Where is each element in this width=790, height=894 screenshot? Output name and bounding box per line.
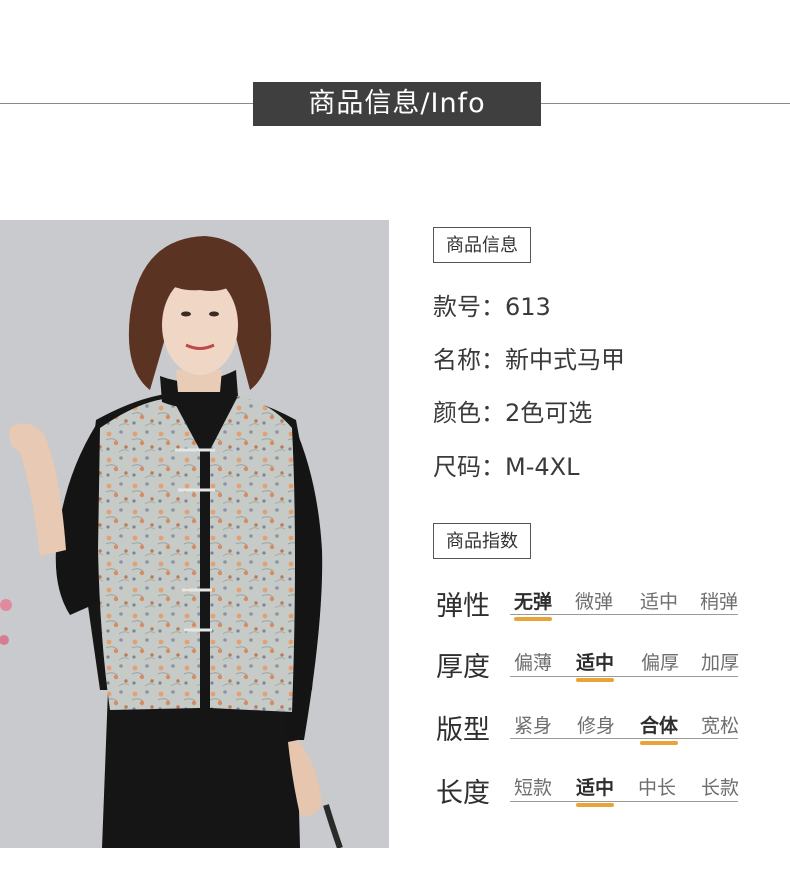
header-rule-right	[541, 103, 790, 104]
index-label-length: 长度	[436, 778, 490, 809]
index-option: 合体	[640, 715, 679, 737]
info-row-style-number: 款号：613	[433, 287, 551, 322]
index-option: 偏厚	[641, 652, 680, 674]
index-option: 加厚	[701, 652, 740, 674]
selected-indicator-bar	[576, 678, 614, 682]
index-option: 微弹	[575, 591, 614, 613]
index-scale-line	[510, 738, 738, 739]
index-label-thickness: 厚度	[436, 652, 490, 683]
selected-indicator-bar	[514, 617, 552, 621]
index-option: 适中	[576, 777, 615, 799]
index-option: 紧身	[514, 715, 553, 737]
info-separator: ：	[481, 346, 505, 374]
info-value: 新中式马甲	[505, 346, 625, 374]
index-section-title: 商品指数	[433, 523, 531, 559]
info-value: 2色可选	[505, 399, 593, 427]
info-value: 613	[505, 293, 551, 321]
index-option: 宽松	[701, 715, 740, 737]
index-option: 适中	[640, 591, 679, 613]
selected-indicator-bar	[640, 741, 678, 745]
selected-indicator-bar	[576, 803, 614, 807]
index-option: 短款	[514, 777, 553, 799]
info-row-name: 名称：新中式马甲	[433, 340, 625, 375]
index-scale-line	[510, 614, 738, 615]
index-scale-line	[510, 676, 738, 677]
section-header-title: 商品信息/Info	[253, 82, 541, 126]
info-separator: ：	[481, 399, 505, 427]
index-option: 稍弹	[700, 591, 739, 613]
info-label: 尺码	[433, 453, 481, 481]
header-rule-left	[0, 103, 253, 104]
info-label: 名称	[433, 346, 481, 374]
index-option: 中长	[638, 777, 677, 799]
info-label: 颜色	[433, 399, 481, 427]
info-section-title: 商品信息	[433, 227, 531, 263]
index-label-fit: 版型	[436, 715, 490, 746]
info-value: M-4XL	[505, 453, 580, 481]
index-option: 修身	[577, 715, 616, 737]
info-separator: ：	[481, 453, 505, 481]
index-option: 适中	[576, 652, 615, 674]
index-scale-line	[510, 801, 738, 802]
info-row-color: 颜色：2色可选	[433, 393, 592, 428]
model-illustration	[0, 220, 389, 848]
info-row-size: 尺码：M-4XL	[433, 447, 579, 482]
index-option: 偏薄	[514, 652, 553, 674]
index-label-elasticity: 弹性	[436, 591, 490, 622]
info-label: 款号	[433, 293, 481, 321]
info-separator: ：	[481, 293, 505, 321]
product-photo	[0, 220, 389, 848]
index-option: 长款	[701, 777, 740, 799]
index-option: 无弹	[514, 591, 553, 613]
